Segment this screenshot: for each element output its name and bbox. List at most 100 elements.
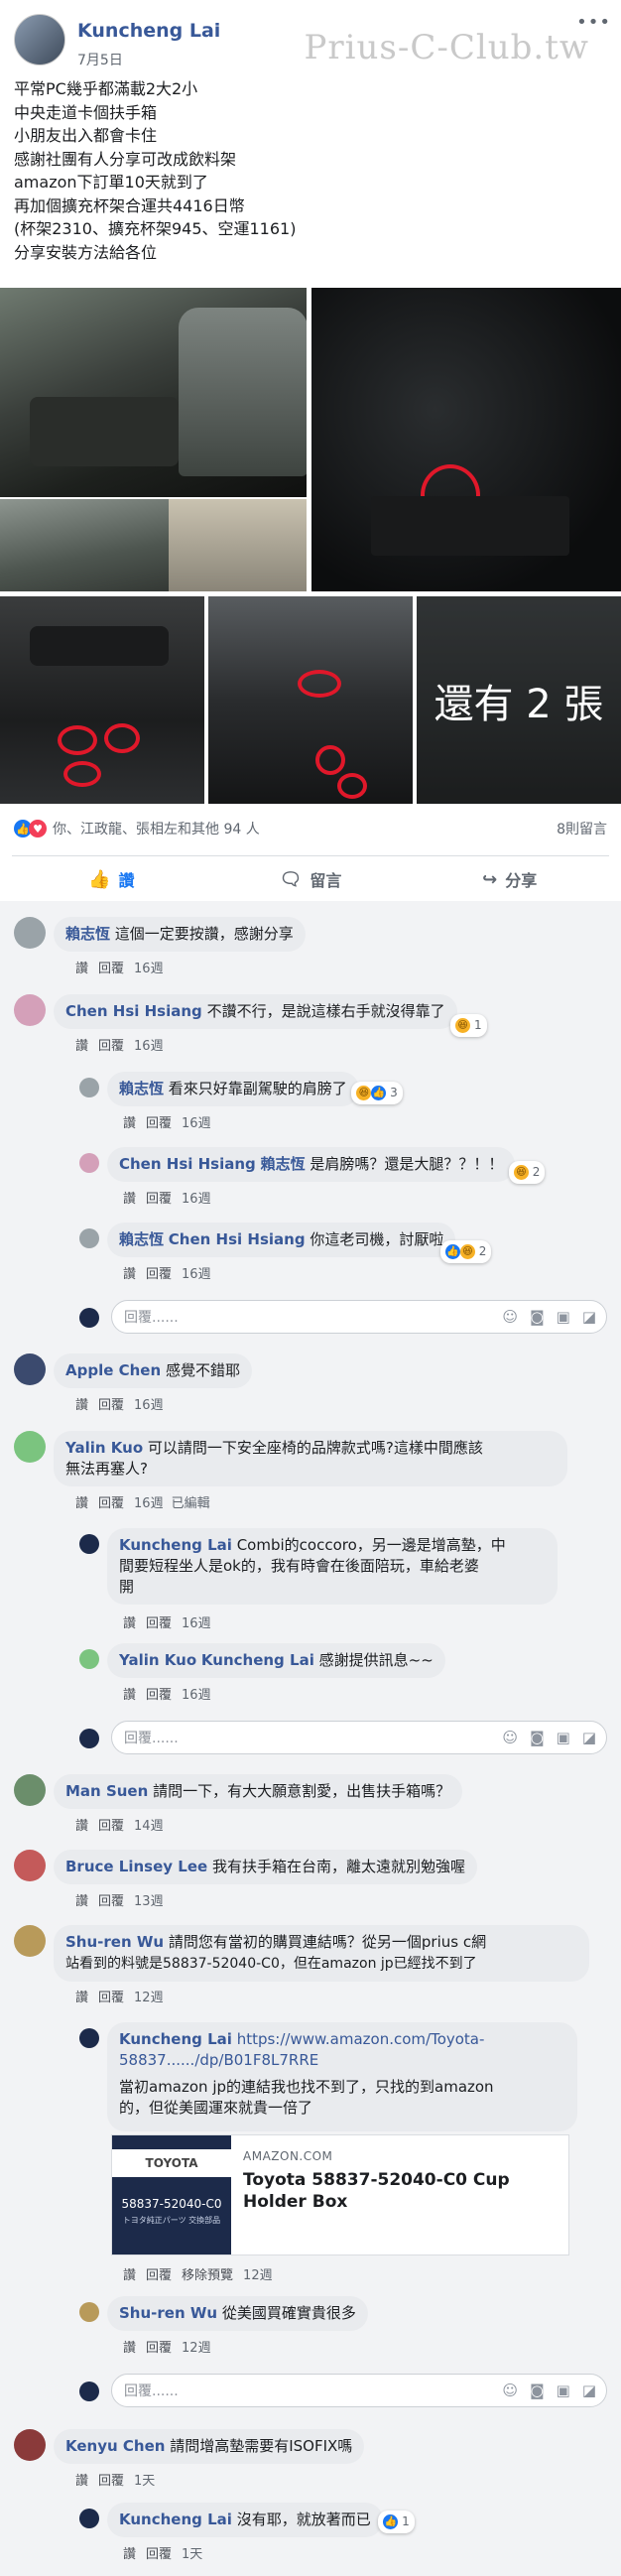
emoji-icon[interactable]: ☺ bbox=[502, 2382, 518, 2399]
commenter-avatar[interactable] bbox=[79, 2302, 99, 2322]
comment-like-link[interactable]: 讚 bbox=[123, 1267, 136, 1282]
sticker-icon[interactable]: ◪ bbox=[582, 2382, 596, 2399]
comment-time[interactable]: 16週 bbox=[182, 1192, 211, 1207]
commenter-avatar[interactable] bbox=[14, 1431, 46, 1463]
comment-like-link[interactable]: 讚 bbox=[75, 1398, 88, 1413]
commenter-name[interactable]: Chen Hsi Hsiang bbox=[65, 1002, 202, 1020]
commenter-avatar[interactable] bbox=[79, 1649, 99, 1669]
commenter-name[interactable]: Kuncheng Lai bbox=[119, 2030, 232, 2048]
post-photo-2[interactable] bbox=[0, 499, 307, 591]
commenter-avatar[interactable] bbox=[14, 1850, 46, 1881]
post-photo-1[interactable] bbox=[0, 288, 307, 497]
comment-count[interactable]: 8則留言 bbox=[557, 819, 607, 838]
gif-icon[interactable]: ▣ bbox=[557, 2382, 570, 2399]
author-name[interactable]: Kuncheng Lai bbox=[77, 20, 220, 42]
commenter-avatar[interactable] bbox=[14, 1353, 46, 1385]
commenter-name[interactable]: Shu-ren Wu bbox=[65, 1933, 164, 1951]
commenter-avatar[interactable] bbox=[79, 1153, 99, 1173]
mention-link[interactable]: Chen Hsi Hsiang bbox=[169, 1230, 306, 1248]
amazon-link[interactable]: 58837....../dp/B01F8L7RRE bbox=[119, 2051, 318, 2069]
comment-time[interactable]: 13週 bbox=[134, 1894, 164, 1909]
comment-reply-link[interactable]: 回覆 bbox=[146, 1688, 172, 1703]
post-photo-3[interactable] bbox=[311, 288, 621, 591]
comment-like-link[interactable]: 讚 bbox=[123, 1688, 136, 1703]
comment-like-link[interactable]: 讚 bbox=[75, 962, 88, 976]
commenter-name[interactable]: Kuncheng Lai bbox=[119, 2511, 232, 2528]
comment-reply-link[interactable]: 回覆 bbox=[98, 1496, 124, 1511]
commenter-avatar[interactable] bbox=[14, 1774, 46, 1806]
comment-time[interactable]: 16週 bbox=[182, 1267, 211, 1282]
comment-reply-link[interactable]: 回覆 bbox=[98, 1819, 124, 1834]
author-avatar[interactable] bbox=[14, 14, 65, 65]
post-photo-4[interactable] bbox=[0, 596, 204, 804]
commenter-avatar[interactable] bbox=[79, 1228, 99, 1248]
commenter-name[interactable]: Kenyu Chen bbox=[65, 2437, 165, 2455]
comment-reactions[interactable]: 😆 1 bbox=[450, 1014, 487, 1037]
commenter-avatar[interactable] bbox=[14, 1925, 46, 1957]
comment-like-link[interactable]: 讚 bbox=[123, 1616, 136, 1631]
reply-input[interactable]: 回覆...... ☺ ◙ ▣ ◪ bbox=[111, 2374, 607, 2407]
comment-reactions[interactable]: 👍 1 bbox=[378, 2511, 415, 2533]
comment-reply-link[interactable]: 回覆 bbox=[146, 2341, 172, 2356]
comment-reply-link[interactable]: 回覆 bbox=[146, 1192, 172, 1207]
share-button[interactable]: ↪ 分享 bbox=[410, 859, 609, 899]
link-preview-card[interactable]: TOYOTA 58837-52040-C0 トヨタ純正パーツ 交換部品 AMAZ… bbox=[111, 2134, 569, 2255]
sticker-icon[interactable]: ◪ bbox=[582, 1729, 596, 1746]
amazon-link[interactable]: https://www.amazon.com/Toyota- bbox=[237, 2030, 485, 2048]
comment-like-link[interactable]: 讚 bbox=[75, 2474, 88, 2489]
camera-icon[interactable]: ◙ bbox=[530, 1729, 545, 1746]
like-button[interactable]: 👍 讚 bbox=[12, 859, 211, 899]
post-date[interactable]: 7月5日 bbox=[77, 50, 220, 69]
comment-time[interactable]: 12週 bbox=[134, 1991, 164, 2005]
comment-reply-link[interactable]: 回覆 bbox=[98, 1991, 124, 2005]
comment-reactions[interactable]: 😆 👍 3 bbox=[351, 1082, 403, 1104]
commenter-avatar[interactable] bbox=[79, 1078, 99, 1097]
post-photo-6[interactable]: 還有 2 張 bbox=[417, 596, 621, 804]
edited-label[interactable]: 已編輯 bbox=[172, 1496, 210, 1511]
comment-like-link[interactable]: 讚 bbox=[75, 1039, 88, 1054]
comment-time[interactable]: 16週 bbox=[134, 1039, 164, 1054]
comment-like-link[interactable]: 讚 bbox=[123, 2547, 136, 2562]
commenter-avatar[interactable] bbox=[14, 917, 46, 949]
comment-reply-link[interactable]: 回覆 bbox=[98, 962, 124, 976]
comment-like-link[interactable]: 讚 bbox=[123, 2341, 136, 2356]
comment-reply-link[interactable]: 回覆 bbox=[98, 1894, 124, 1909]
comment-time[interactable]: 12週 bbox=[182, 2341, 211, 2356]
comment-like-link[interactable]: 讚 bbox=[123, 1192, 136, 1207]
reply-input[interactable]: 回覆...... ☺ ◙ ▣ ◪ bbox=[111, 1300, 607, 1334]
commenter-name[interactable]: 賴志恆 bbox=[65, 925, 110, 943]
commenter-avatar[interactable] bbox=[14, 2429, 46, 2461]
comment-like-link[interactable]: 讚 bbox=[75, 1894, 88, 1909]
commenter-name[interactable]: Chen Hsi Hsiang bbox=[119, 1155, 256, 1173]
comment-reply-link[interactable]: 回覆 bbox=[146, 2547, 172, 2562]
mention-link[interactable]: 賴志恆 bbox=[261, 1155, 306, 1173]
emoji-icon[interactable]: ☺ bbox=[502, 1308, 518, 1326]
comment-time[interactable]: 16週 bbox=[182, 1688, 211, 1703]
gif-icon[interactable]: ▣ bbox=[557, 1308, 570, 1326]
commenter-name[interactable]: Kuncheng Lai bbox=[119, 1536, 232, 1554]
comment-reply-link[interactable]: 回覆 bbox=[146, 1267, 172, 1282]
comment-reply-link[interactable]: 回覆 bbox=[146, 1116, 172, 1131]
commenter-name[interactable]: Yalin Kuo bbox=[65, 1439, 143, 1457]
comment-reactions[interactable]: 👍 😆 2 bbox=[439, 1240, 492, 1263]
comment-time[interactable]: 16週 bbox=[134, 1496, 164, 1511]
comment-time[interactable]: 16週 bbox=[182, 1616, 211, 1631]
reaction-summary[interactable]: 👍 ♥ 你、江政龍、張相左和其他 94 人 8則留言 bbox=[14, 816, 607, 841]
reaction-names[interactable]: 你、江政龍、張相左和其他 94 人 bbox=[53, 819, 260, 838]
reply-input[interactable]: 回覆...... ☺ ◙ ▣ ◪ bbox=[111, 1721, 607, 1754]
camera-icon[interactable]: ◙ bbox=[530, 1308, 545, 1326]
comment-reply-link[interactable]: 回覆 bbox=[146, 2268, 172, 2283]
commenter-name[interactable]: Yalin Kuo bbox=[119, 1651, 196, 1669]
gif-icon[interactable]: ▣ bbox=[557, 1729, 570, 1746]
comment-reply-link[interactable]: 回覆 bbox=[98, 1398, 124, 1413]
mention-link[interactable]: Kuncheng Lai bbox=[201, 1651, 314, 1669]
commenter-name[interactable]: Shu-ren Wu bbox=[119, 2304, 217, 2322]
commenter-name[interactable]: 賴志恆 bbox=[119, 1230, 164, 1248]
comment-like-link[interactable]: 讚 bbox=[75, 1496, 88, 1511]
comment-time[interactable]: 1天 bbox=[134, 2474, 155, 2489]
comment-time[interactable]: 16週 bbox=[182, 1116, 211, 1131]
more-photos-overlay[interactable]: 還有 2 張 bbox=[417, 596, 621, 804]
commenter-avatar[interactable] bbox=[79, 2028, 99, 2048]
remove-preview-link[interactable]: 移除預覽 bbox=[182, 2268, 233, 2283]
commenter-avatar[interactable] bbox=[14, 994, 46, 1026]
